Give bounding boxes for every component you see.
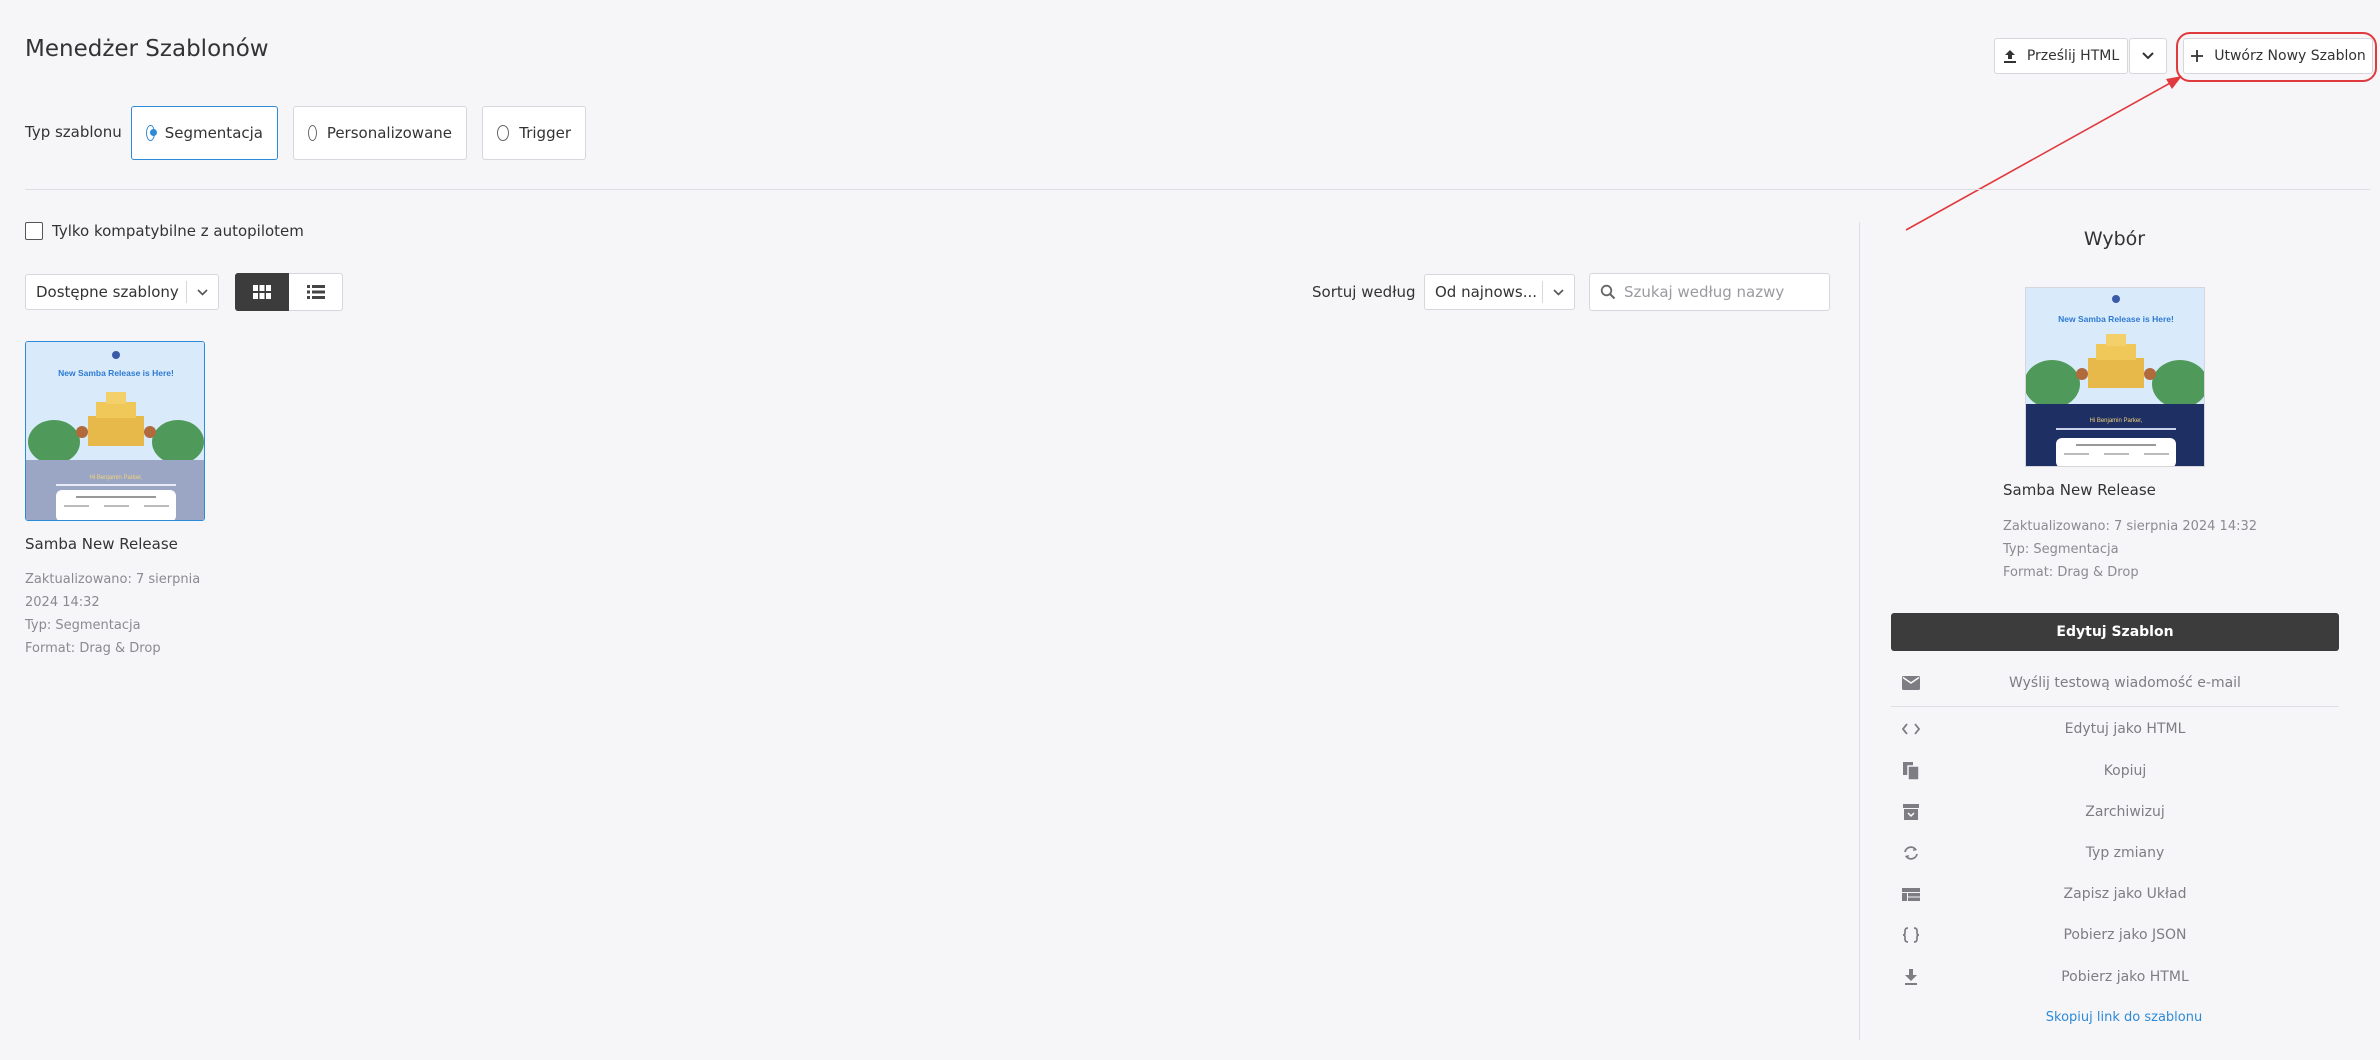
search-icon	[1600, 284, 1616, 300]
template-meta: Zaktualizowano: 7 sierpnia 2024 14:32 Ty…	[25, 568, 215, 660]
archive-icon	[1891, 804, 1927, 820]
template-name[interactable]: Samba New Release	[25, 535, 178, 553]
template-type: Typ: Segmentacja	[25, 618, 141, 633]
selection-title: Wybór	[2083, 228, 2146, 250]
edit-template-button[interactable]: Edytuj Szablon	[1891, 613, 2339, 651]
template-type-label: Typ szablonu	[25, 123, 122, 141]
send-test-email-action[interactable]: Wyślij testową wiadomość e-mail	[1891, 668, 2339, 698]
action-label: Kopiuj	[2103, 763, 2147, 779]
autopilot-checkbox[interactable]	[25, 222, 43, 240]
search-field[interactable]	[1589, 273, 1830, 311]
grid-icon	[253, 285, 271, 299]
action-label: Edytuj jako HTML	[2064, 721, 2186, 737]
copy-action[interactable]: Kopiuj	[1891, 756, 2339, 786]
panel-divider	[1859, 222, 1860, 1040]
svg-text:New Samba Release is Here!: New Samba Release is Here!	[2058, 314, 2174, 324]
sort-value: Od najnows...	[1435, 283, 1538, 301]
sync-icon	[1891, 845, 1927, 861]
mail-icon	[1891, 676, 1927, 690]
list-icon	[306, 285, 325, 299]
download-icon	[1891, 969, 1927, 985]
template-source-select[interactable]: Dostępne szablony	[25, 274, 219, 310]
email-preview-image: New Samba Release is Here! Hi Benjamin P…	[26, 342, 204, 520]
radio-unselected[interactable]	[497, 125, 510, 141]
copy-template-link[interactable]: Skopiuj link do szablonu	[1891, 1010, 2357, 1025]
download-json-action[interactable]: Pobierz jako JSON	[1891, 920, 2339, 950]
autopilot-label: Tylko kompatybilne z autopilotem	[52, 222, 304, 240]
action-label: Wyślij testową wiadomość e-mail	[2009, 675, 2241, 691]
sort-select[interactable]: Od najnows...	[1424, 274, 1575, 310]
template-updated-date: 2024 14:32	[25, 595, 100, 610]
chevron-down-icon	[186, 281, 218, 303]
type-option-label: Trigger	[519, 124, 571, 142]
chevron-down-icon	[1542, 281, 1574, 303]
type-option-label: Segmentacja	[164, 124, 263, 142]
selection-name: Samba New Release	[2003, 481, 2156, 499]
action-label: Typ zmiany	[2085, 845, 2165, 861]
action-label: Pobierz jako HTML	[2061, 969, 2189, 985]
json-braces-icon	[1891, 927, 1927, 943]
template-updated: Zaktualizowano: 7 sierpnia	[25, 572, 201, 587]
svg-text:Hi Benjamin Parker,: Hi Benjamin Parker,	[2089, 418, 2142, 424]
selection-updated: Zaktualizowano: 7 sierpnia 2024 14:32	[2003, 519, 2258, 534]
action-label: Zapisz jako Układ	[2063, 886, 2187, 902]
section-divider	[25, 189, 2370, 190]
layout-icon	[1891, 887, 1927, 901]
download-html-action[interactable]: Pobierz jako HTML	[1891, 962, 2339, 992]
type-option-personalizowane[interactable]: Personalizowane	[293, 106, 467, 160]
sort-label: Sortuj według	[1312, 283, 1416, 301]
search-input[interactable]	[1624, 283, 1814, 301]
template-thumbnail[interactable]: New Samba Release is Here! Hi Benjamin P…	[25, 341, 205, 521]
selection-format: Format: Drag & Drop	[2003, 565, 2139, 580]
code-icon	[1891, 723, 1927, 735]
email-preview-image: New Samba Release is Here! Hi Benjamin P…	[2026, 288, 2204, 466]
autopilot-filter[interactable]: Tylko kompatybilne z autopilotem	[25, 222, 304, 240]
copy-icon	[1891, 762, 1927, 780]
type-option-segmentacja[interactable]: Segmentacja	[131, 106, 278, 160]
action-label: Zarchiwizuj	[2085, 804, 2165, 820]
template-source-value: Dostępne szablony	[36, 283, 179, 301]
radio-selected[interactable]	[146, 125, 157, 141]
edit-as-html-action[interactable]: Edytuj jako HTML	[1891, 714, 2339, 744]
action-separator	[1891, 706, 2339, 707]
change-type-action[interactable]: Typ zmiany	[1891, 838, 2339, 868]
save-as-layout-action[interactable]: Zapisz jako Układ	[1891, 879, 2339, 909]
selection-preview: New Samba Release is Here! Hi Benjamin P…	[2025, 287, 2205, 467]
list-view-button[interactable]	[289, 273, 343, 311]
grid-view-button[interactable]	[235, 273, 289, 311]
radio-unselected[interactable]	[308, 125, 317, 141]
archive-action[interactable]: Zarchiwizuj	[1891, 797, 2339, 827]
template-format: Format: Drag & Drop	[25, 641, 161, 656]
selection-type: Typ: Segmentacja	[2003, 542, 2119, 557]
selection-meta: Zaktualizowano: 7 sierpnia 2024 14:32 Ty…	[2003, 515, 2257, 584]
svg-text:New Samba Release is Here!: New Samba Release is Here!	[58, 368, 174, 378]
type-option-label: Personalizowane	[326, 124, 452, 142]
action-label: Pobierz jako JSON	[2063, 927, 2187, 943]
svg-text:Hi Benjamin Parker,: Hi Benjamin Parker,	[89, 475, 142, 481]
type-option-trigger[interactable]: Trigger	[482, 106, 586, 160]
